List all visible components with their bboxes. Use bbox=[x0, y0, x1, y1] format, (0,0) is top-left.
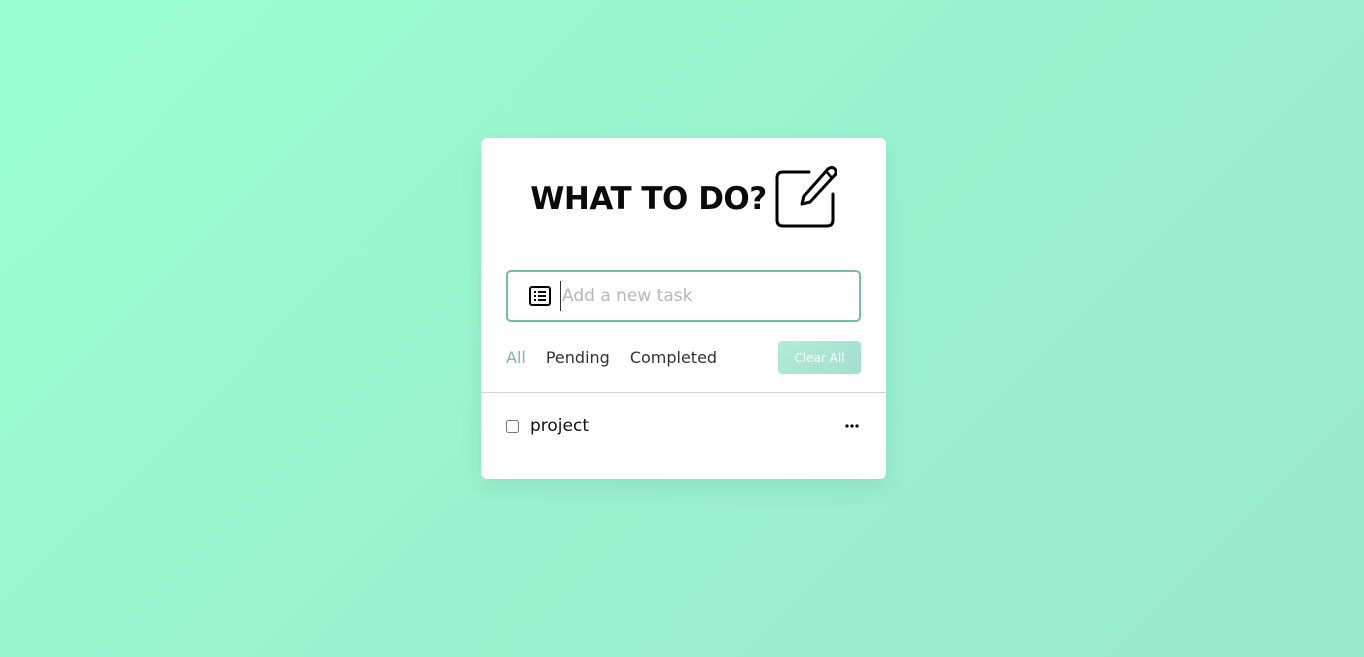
edit-icon bbox=[775, 166, 837, 228]
list-icon bbox=[529, 286, 551, 306]
todo-card: WHAT TO DO? All Pending Completed Clear … bbox=[481, 138, 886, 479]
task-checkbox[interactable] bbox=[506, 419, 519, 433]
header: WHAT TO DO? bbox=[481, 166, 886, 228]
more-horizontal-icon[interactable] bbox=[845, 424, 859, 428]
task-list: project bbox=[506, 413, 861, 439]
filter-completed[interactable]: Completed bbox=[630, 348, 717, 367]
filter-all[interactable]: All bbox=[506, 348, 526, 367]
filter-tabs: All Pending Completed bbox=[506, 345, 737, 369]
filter-pending[interactable]: Pending bbox=[546, 348, 610, 367]
list-item: project bbox=[506, 413, 861, 439]
clear-all-button[interactable]: Clear All bbox=[778, 341, 861, 374]
divider bbox=[481, 392, 886, 393]
task-input[interactable] bbox=[560, 281, 842, 311]
page-title: WHAT TO DO? bbox=[530, 181, 767, 217]
task-label: project bbox=[530, 416, 590, 436]
task-input-container bbox=[506, 270, 861, 322]
